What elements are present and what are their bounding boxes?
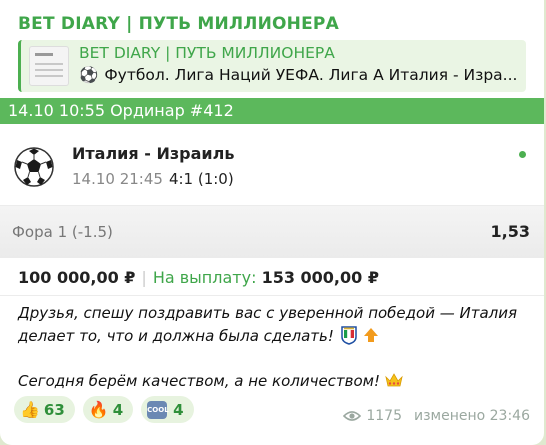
reaction-count: 63 — [43, 400, 65, 419]
edited-timestamp: изменено 23:46 — [414, 408, 530, 424]
eye-icon — [343, 411, 362, 421]
channel-name[interactable]: BET DIARY | ПУТЬ МИЛЛИОНЕРА — [18, 14, 339, 34]
reaction-thumbs-up[interactable]: 👍 63 — [14, 396, 75, 423]
message-paragraph-1: Друзья, спешу поздравить вас с уверенной… — [18, 304, 517, 345]
match-meta: 14.10 21:45 4:1 (1:0) — [72, 170, 234, 188]
message-bubble: BET DIARY | ПУТЬ МИЛЛИОНЕРА BET DIARY | … — [0, 0, 544, 445]
fire-icon: 🔥 — [88, 400, 109, 419]
market-row: Фора 1 (-1.5) 1,53 — [0, 206, 544, 258]
stake-amount: 100 000,00 ₽ — [18, 268, 136, 287]
stake-row: 100 000,00 ₽ | На выплату: 153 000,00 ₽ — [0, 260, 544, 296]
reaction-count: 4 — [173, 400, 184, 419]
soccer-ball-icon — [14, 147, 54, 187]
reply-text-content: Футбол. Лига Наций УЕФА. Лига А Италия -… — [104, 66, 518, 84]
reaction-fire[interactable]: 🔥 4 — [82, 396, 134, 423]
reaction-count: 4 — [112, 400, 124, 419]
crown-icon — [385, 373, 403, 387]
market-name: Фора 1 (-1.5) — [12, 223, 113, 241]
match-score: 4:1 (1:0) — [168, 170, 234, 188]
up-arrow-icon — [362, 326, 380, 344]
match-title: Италия - Израиль — [72, 144, 235, 163]
view-count: 1175 — [366, 408, 402, 424]
payout-amount: 153 000,00 ₽ — [261, 268, 379, 287]
separator: | — [141, 268, 147, 287]
message-paragraph-2: Сегодня берём качеством, а не количество… — [18, 370, 530, 393]
reply-text: ⚽ Футбол. Лига Наций УЕФА. Лига А Италия … — [79, 66, 525, 84]
bet-ticket-header: 14.10 10:55 Ординар #412 — [0, 98, 544, 124]
italy-team-crest-icon — [341, 326, 357, 345]
soccer-ball-icon: ⚽ — [79, 66, 99, 84]
reaction-cool[interactable]: COOL 4 — [141, 396, 194, 423]
match-row: Италия - Израиль 14.10 21:45 4:1 (1:0) — [0, 124, 544, 206]
reply-preview[interactable]: BET DIARY | ПУТЬ МИЛЛИОНЕРА ⚽ Футбол. Лиг… — [18, 40, 526, 92]
market-odds: 1,53 — [490, 222, 530, 241]
message-meta: 1175 изменено 23:46 — [343, 408, 530, 424]
reactions-bar: 👍 63 🔥 4 COOL 4 — [14, 396, 194, 423]
match-time: 14.10 21:45 — [72, 170, 163, 188]
reply-thumbnail — [29, 46, 69, 86]
payout-label: На выплату: — [152, 268, 257, 287]
reply-title: BET DIARY | ПУТЬ МИЛЛИОНЕРА — [79, 44, 335, 62]
cool-icon: COOL — [147, 400, 169, 419]
status-dot-icon — [519, 151, 526, 158]
thumbs-up-icon: 👍 — [20, 400, 40, 419]
